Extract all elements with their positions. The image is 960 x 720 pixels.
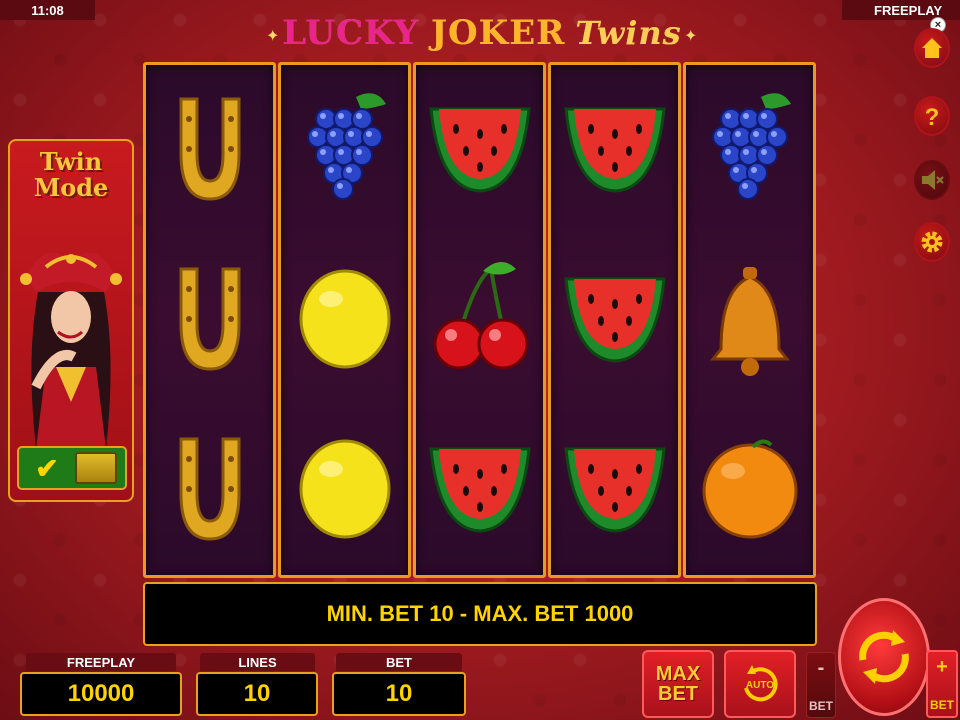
sparkle-icon: ✦	[684, 28, 698, 45]
help-icon: ?	[925, 104, 940, 129]
watermelon-symbol	[416, 405, 543, 573]
grapes-symbol	[281, 65, 408, 233]
home-icon	[922, 38, 942, 58]
mode-indicator: FREEPLAY	[842, 0, 960, 20]
grapes-symbol	[686, 65, 813, 233]
orange-icon	[702, 439, 797, 539]
watermelon-symbol	[551, 65, 678, 233]
watermelon-icon	[563, 107, 666, 193]
bet-value: 10	[332, 672, 466, 716]
title-word-lucky: LUCKY	[282, 13, 419, 53]
horseshoe-icon	[179, 267, 240, 371]
help-button[interactable]: ?	[914, 96, 950, 136]
settings-button[interactable]	[914, 222, 950, 262]
svg-text:?: ?	[925, 104, 940, 129]
lemon-symbol	[281, 405, 408, 573]
lines-value: 10	[196, 672, 318, 716]
lemon-icon	[299, 439, 390, 539]
bell-icon	[709, 267, 790, 376]
lemon-symbol	[281, 235, 408, 403]
watermelon-icon	[428, 447, 531, 533]
svg-text:AUTO: AUTO	[746, 680, 774, 691]
watermelon-icon	[428, 107, 531, 193]
cherries-icon	[433, 261, 528, 370]
reels-area	[143, 62, 817, 578]
joker-lady-illustration	[20, 252, 122, 449]
toggle-knob	[75, 452, 117, 484]
watermelon-symbol	[416, 65, 543, 233]
cherries-symbol	[416, 235, 543, 403]
lines-label: LINES	[200, 653, 315, 671]
watermelon-icon	[563, 277, 666, 363]
reel-3	[413, 62, 546, 578]
title-word-joker: JOKER	[430, 13, 566, 53]
grapes-icon	[711, 93, 791, 200]
twin-mode-title: Twin Mode	[33, 147, 109, 202]
bet-increase-button[interactable]: + BET	[926, 650, 958, 718]
orange-symbol	[686, 405, 813, 573]
reel-5	[683, 62, 816, 578]
home-button[interactable]	[914, 28, 950, 68]
horseshoe-symbol	[146, 235, 273, 403]
horseshoe-icon	[179, 97, 240, 201]
game-title: LUCKY JOKER Twins	[270, 8, 694, 58]
sound-off-icon	[922, 170, 944, 190]
message-bar: MIN. BET 10 - MAX. BET 1000	[143, 582, 817, 646]
twin-mode-toggle[interactable]: ✔	[17, 446, 127, 490]
title-word-twins: Twins	[575, 14, 682, 52]
freeplay-balance: 10000	[20, 672, 182, 716]
twin-mode-panel: Twin Mode ✔	[8, 139, 134, 502]
watermelon-icon	[563, 447, 666, 533]
bet-decrease-button[interactable]: - BET	[806, 652, 836, 718]
checkmark-icon: ✔	[35, 452, 59, 484]
spin-icon	[859, 630, 909, 684]
watermelon-symbol	[551, 405, 678, 573]
spin-button[interactable]	[838, 598, 930, 716]
clock: 11:08	[0, 0, 95, 20]
freeplay-label: FREEPLAY	[26, 653, 176, 671]
reel-2	[278, 62, 411, 578]
reel-4	[548, 62, 681, 578]
max-bet-button[interactable]: MAX BET	[642, 650, 714, 718]
reel-1	[143, 62, 276, 578]
auto-spin-icon: AUTO	[744, 665, 778, 702]
grapes-icon	[306, 93, 386, 200]
horseshoe-icon	[179, 437, 240, 541]
horseshoe-symbol	[146, 405, 273, 573]
watermelon-symbol	[551, 235, 678, 403]
gear-icon	[921, 231, 943, 253]
auto-spin-button[interactable]: AUTO	[724, 650, 796, 718]
bet-label: BET	[336, 653, 462, 671]
horseshoe-symbol	[146, 65, 273, 233]
lemon-icon	[299, 269, 390, 369]
bell-symbol	[686, 235, 813, 403]
sound-button[interactable]	[914, 160, 950, 200]
